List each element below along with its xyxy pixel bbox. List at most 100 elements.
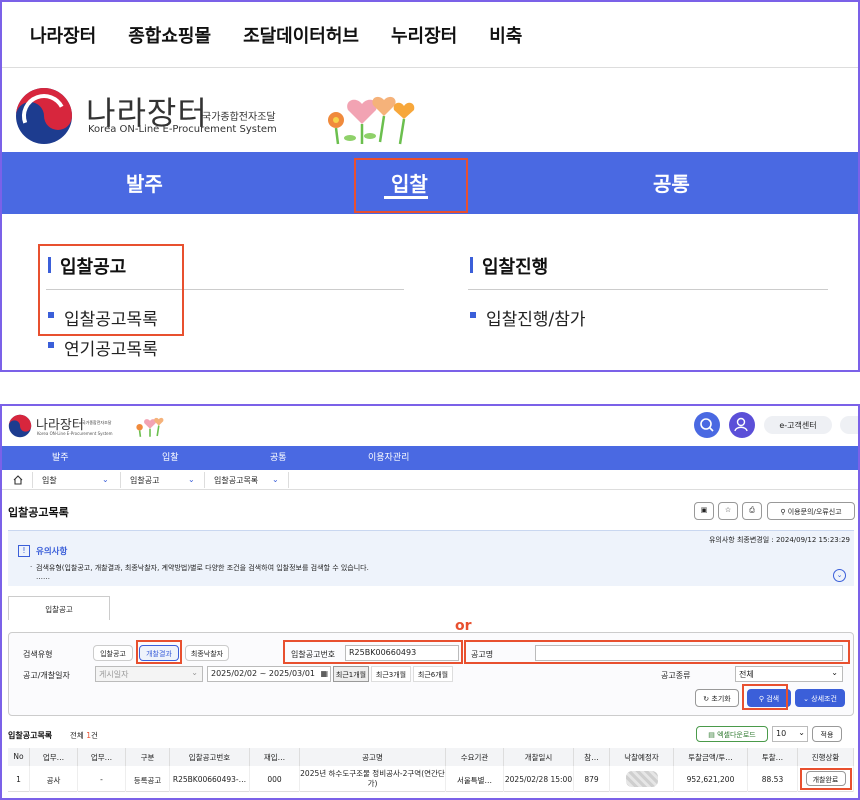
tab-order[interactable]: 발주 <box>126 168 163 197</box>
nav-bid[interactable]: 입찰 <box>162 450 179 463</box>
cell-rebid: 000 <box>250 766 300 792</box>
print-icon: ⎙ <box>749 506 755 514</box>
link-postponed-notice-list[interactable]: 연기공고목록 <box>64 335 158 360</box>
highlight-search-button <box>742 684 788 710</box>
date-range-input[interactable]: 2025/02/02 ~ 2025/03/01 ▦ <box>207 666 331 682</box>
detail-condition-button[interactable]: ⌄ 상세조건 <box>795 689 845 707</box>
breadcrumb: 입찰 ⌄ 입찰공고 ⌄ 입찰공고목록 ⌄ <box>2 470 858 490</box>
col-header-participants[interactable]: 참… <box>574 748 610 766</box>
chevron-down-icon[interactable]: ⌄ <box>102 475 109 484</box>
tab-bid-notice[interactable]: 입찰공고 <box>8 596 110 620</box>
cell-bid-rate: 88.53 <box>748 766 798 792</box>
period-3month-button[interactable]: 최근3개월 <box>371 666 411 682</box>
excel-label: 엑셀다운로드 <box>717 731 756 739</box>
cell-notice-name[interactable]: 2025년 하수도구조물 정비공사-2구역(연간단가) <box>300 766 446 792</box>
excel-download-button[interactable]: ▤ 엑셀다운로드 <box>696 726 768 742</box>
detail-label: 상세조건 <box>811 695 837 703</box>
breadcrumb-item-bid-notice-list[interactable]: 입찰공고목록 <box>214 475 258 486</box>
col-header-biz2[interactable]: 업무… <box>78 748 126 766</box>
bullet-icon <box>470 312 476 318</box>
col-header-demand-org[interactable]: 수요기관 <box>446 748 504 766</box>
favorite-button[interactable]: ☆ <box>718 502 738 520</box>
chevron-down-icon: ⌄ <box>803 695 812 703</box>
top-nav-item-nara[interactable]: 나라장터 <box>30 22 96 48</box>
inquiry-button[interactable]: ⚲ 이용문의/오류신고 <box>767 502 855 520</box>
breadcrumb-item-bid-notice[interactable]: 입찰공고 <box>130 475 159 486</box>
date-from: 2025/02/02 <box>211 669 258 678</box>
type-bid-notice-button[interactable]: 입찰공고 <box>93 645 133 661</box>
bookmark-button[interactable]: ▣ <box>694 502 714 520</box>
link-bid-progress[interactable]: 입찰진행/참가 <box>486 305 586 330</box>
excel-icon: ▤ <box>708 731 718 739</box>
col-header-no[interactable]: No <box>8 748 30 766</box>
top-nav-item-nuri[interactable]: 누리장터 <box>391 22 457 48</box>
highlight-tab-bid <box>354 158 468 213</box>
col-header-status[interactable]: 진행상황 <box>798 748 854 766</box>
col-header-notice-name[interactable]: 공고명 <box>300 748 446 766</box>
breadcrumb-sep <box>204 472 205 488</box>
cell-type: 등록공고 <box>126 766 170 792</box>
top-nav-item-datahub[interactable]: 조달데이터허브 <box>243 22 359 48</box>
nav-order[interactable]: 발주 <box>52 450 69 463</box>
page-size-select[interactable]: 10 ⌄ <box>772 726 808 742</box>
col-header-opening-date[interactable]: 개찰일시 <box>504 748 574 766</box>
col-header-rebid[interactable]: 재입… <box>250 748 300 766</box>
nav-bar: 발주 입찰 공통 이용자관리 <box>2 446 858 470</box>
apply-button[interactable]: 적용 <box>812 726 842 742</box>
inquiry-label: 이용문의/오류신고 <box>787 508 842 516</box>
chevron-down-icon: ⌄ <box>191 668 198 677</box>
kind-select[interactable]: 전체 ⌄ <box>735 666 843 682</box>
notice-box: 유의사항 최종변경일 : 2024/09/12 15:23:29 ! 유의사항 … <box>8 530 854 586</box>
extra-button[interactable] <box>840 416 858 434</box>
expand-icon[interactable]: ⌄ <box>833 569 846 582</box>
period-1month-button[interactable]: 최근1개월 <box>333 666 369 682</box>
search-button[interactable] <box>694 412 720 438</box>
chevron-down-icon[interactable]: ⌄ <box>188 475 195 484</box>
chevron-down-icon: ⌄ <box>798 728 805 737</box>
col-header-bid-no[interactable]: 입찰공고번호 <box>170 748 250 766</box>
nav-common[interactable]: 공통 <box>270 450 287 463</box>
header: 나라장터 국가종합전자조달 Korea ON-Line E-Procuremen… <box>2 406 858 446</box>
highlight-status <box>800 768 852 790</box>
date-type-select[interactable]: 게시일자 ⌄ <box>95 666 203 682</box>
top-nav: 나라장터 종합쇼핑몰 조달데이터허브 누리장터 비축 <box>2 2 858 68</box>
top-nav-item-shopping[interactable]: 종합쇼핑몰 <box>128 22 211 48</box>
highlight-bid-no <box>283 640 463 664</box>
user-button[interactable] <box>729 412 755 438</box>
col-header-type[interactable]: 구분 <box>126 748 170 766</box>
logo-subtitle-kr: 국가종합전자조달 <box>202 112 276 123</box>
col-header-expected-winner[interactable]: 낙찰예정자 <box>610 748 674 766</box>
notice-icon: ! <box>18 545 30 557</box>
notice-more: …… <box>36 573 50 581</box>
print-button[interactable]: ⎙ <box>742 502 762 520</box>
notice-date: 유의사항 최종변경일 : 2024/09/12 15:23:29 <box>708 536 850 544</box>
cell-demand-org: 서울특별… <box>446 766 504 792</box>
results-total: 전체 1건 <box>70 730 98 741</box>
calendar-icon[interactable]: ▦ <box>320 669 328 678</box>
type-final-winner-button[interactable]: 최종낙찰자 <box>185 645 229 661</box>
cell-opening-date: 2025/02/28 15:00 <box>504 766 574 792</box>
breadcrumb-sep <box>288 472 289 488</box>
reset-button[interactable]: ↻ 초기화 <box>695 689 739 707</box>
customer-center-button[interactable]: e-고객센터 <box>764 416 832 434</box>
breadcrumb-item-bid[interactable]: 입찰 <box>42 475 57 486</box>
flower-decoration-icon <box>136 417 164 437</box>
col-header-bid-amount[interactable]: 투찰금액/투… <box>674 748 748 766</box>
taegeuk-logo-icon <box>16 88 72 144</box>
bullet-icon <box>48 342 54 348</box>
home-icon[interactable] <box>12 474 24 486</box>
col-header-biz1[interactable]: 업무… <box>30 748 78 766</box>
nav-user-admin[interactable]: 이용자관리 <box>368 450 409 463</box>
top-nav-item-stockpile[interactable]: 비축 <box>489 22 522 48</box>
page-size-value: 10 <box>776 729 787 738</box>
save-icon: ▣ <box>700 506 708 514</box>
col-header-bid-rate[interactable]: 투찰… <box>748 748 798 766</box>
section-bar <box>470 257 473 273</box>
period-6month-button[interactable]: 최근6개월 <box>413 666 453 682</box>
logo[interactable]: 나라장터 국가종합전자조달 Korea ON-Line E-Procuremen… <box>14 84 314 144</box>
tab-common[interactable]: 공통 <box>653 168 690 197</box>
chevron-down-icon[interactable]: ⌄ <box>272 475 279 484</box>
cell-bid-no[interactable]: R25BK00660493-… <box>170 766 250 792</box>
divider-right <box>468 289 828 290</box>
total-prefix: 전체 <box>70 731 84 740</box>
